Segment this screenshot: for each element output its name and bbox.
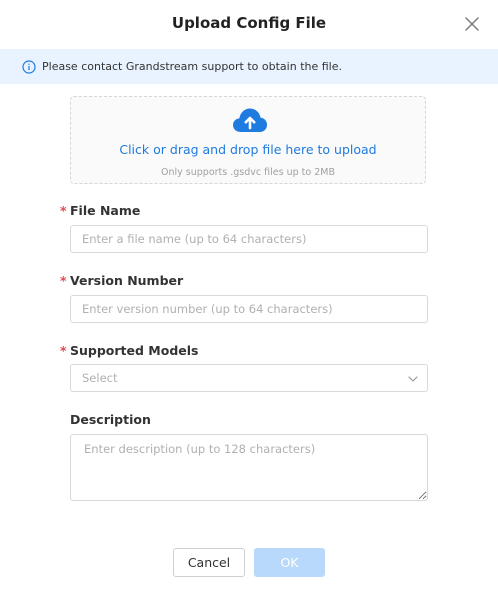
required-mark: * [60,343,67,358]
required-mark: * [60,273,67,288]
chevron-down-icon [408,376,418,382]
version-number-input[interactable] [70,295,428,323]
supported-models-placeholder: Select [82,371,118,385]
supported-models-label-text: Supported Models [70,343,199,358]
notice-text: Please contact Grandstream support to ob… [42,60,342,73]
cancel-button[interactable]: Cancel [173,548,245,577]
file-name-input[interactable] [70,225,428,253]
upload-hint-text: Only supports .gsdvc files up to 2MB [161,167,335,178]
file-name-label: * File Name [60,203,140,218]
version-number-label: * Version Number [60,273,183,288]
file-name-label-text: File Name [70,203,141,218]
file-drop-zone[interactable]: Click or drag and drop file here to uplo… [70,96,426,184]
dialog-title: Upload Config File [171,14,327,32]
description-textarea[interactable] [70,434,428,501]
info-icon [22,59,36,74]
upload-main-text: Click or drag and drop file here to uplo… [119,142,377,157]
required-mark: * [60,203,67,218]
ok-button[interactable]: OK [254,548,325,577]
version-number-label-text: Version Number [70,273,184,288]
dialog-header: Upload Config File [0,0,498,48]
info-notice-bar: Please contact Grandstream support to ob… [0,49,498,84]
supported-models-label: * Supported Models [60,343,198,358]
upload-config-dialog: Upload Config File Please contact Grands… [0,0,498,596]
supported-models-select[interactable]: Select [70,364,428,392]
description-label: Description [70,412,151,427]
cloud-upload-icon [233,108,267,132]
close-icon[interactable] [463,15,481,33]
